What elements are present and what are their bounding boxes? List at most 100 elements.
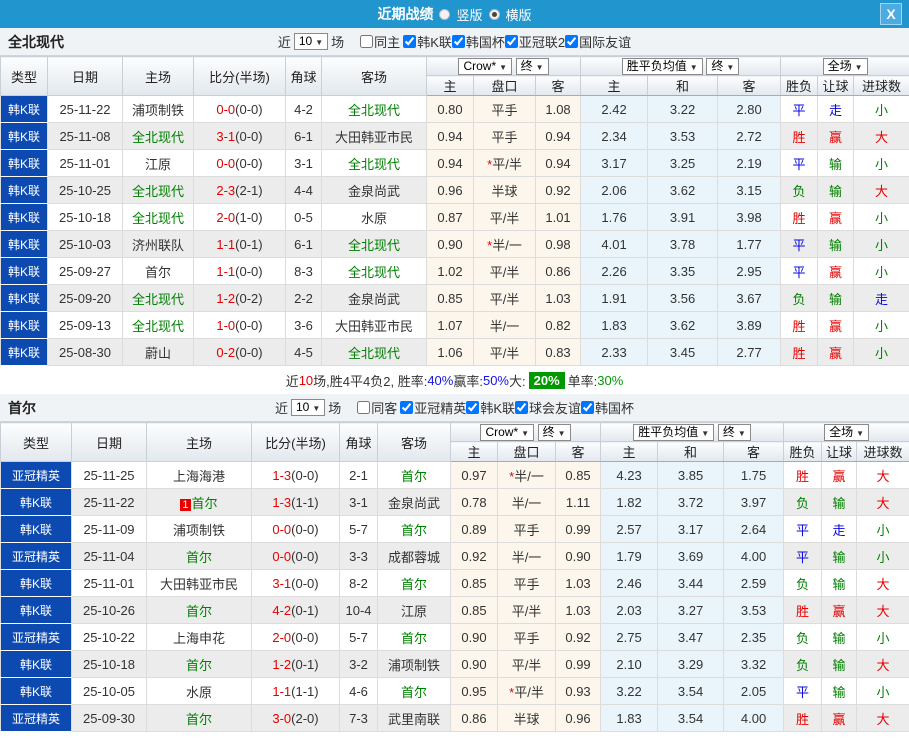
league-checkbox[interactable]	[514, 401, 528, 414]
date-cell: 25-10-05	[71, 677, 147, 705]
avg-draw-odds: 3.91	[647, 203, 719, 231]
score-cell: 0-0(0-0)	[251, 515, 340, 543]
avg-home-odds: 2.33	[580, 338, 649, 366]
halftime-score: (0-0)	[235, 128, 263, 144]
scope-select[interactable]: 全场 ▼	[824, 423, 869, 441]
league-checkbox[interactable]	[400, 401, 414, 414]
score-cell: 1-1(0-0)	[193, 257, 286, 285]
same-side-filter[interactable]: 同客	[357, 398, 397, 417]
crow-home-odds: 0.85	[450, 596, 498, 624]
league-filter[interactable]: 韩K联	[466, 398, 515, 417]
games-label: 场	[331, 35, 345, 50]
avg-home-odds: 4.23	[600, 461, 659, 489]
halftime-score: (0-0)	[235, 344, 263, 360]
corner-cell: 8-2	[339, 569, 378, 597]
col-home: 主场	[122, 56, 194, 96]
type-cell: 韩K联	[0, 569, 72, 597]
away-team-cell: 成都蓉城	[377, 542, 451, 570]
match-count-select[interactable]: 10 ▼	[290, 399, 326, 416]
team-name: 大田韩亚市民	[159, 576, 238, 592]
scope-select[interactable]: 全场 ▼	[822, 57, 868, 75]
league-filter[interactable]: 亚冠联2	[504, 32, 565, 51]
avg-stage-select[interactable]: 终 ▼	[706, 57, 740, 75]
avg-select[interactable]: 胜平负均值 ▼	[633, 423, 715, 441]
league-checkbox[interactable]	[403, 35, 417, 48]
score-cell: 4-2(0-1)	[251, 596, 340, 624]
league-checkbox[interactable]	[565, 35, 579, 48]
bookmaker-select[interactable]: Crow* ▼	[480, 423, 535, 441]
crow-home-odds: 0.94	[426, 149, 474, 177]
sub-col-wdl: 胜负	[780, 75, 819, 96]
table-row: 亚冠精英 25-10-22 上海申花 2-0(0-0) 5-7 首尔 0.90 平手 0.92 2…	[0, 623, 909, 651]
sub-col-crow-home: 主	[450, 441, 498, 462]
league-filter[interactable]: 球会友谊	[514, 398, 581, 417]
league-label: 国际友谊	[579, 35, 632, 50]
date-cell: 25-11-22	[71, 488, 147, 516]
handicap-cell: 半/一	[497, 488, 556, 516]
match-count-select[interactable]: 10 ▼	[293, 33, 329, 50]
league-filter[interactable]: 亚冠精英	[400, 398, 466, 417]
league-checkbox[interactable]	[504, 35, 518, 48]
close-button[interactable]: X	[880, 3, 902, 25]
corner-cell: 10-4	[339, 596, 378, 624]
team-name: 水原	[185, 684, 212, 700]
same-side-checkbox[interactable]	[357, 401, 371, 414]
league-checkbox[interactable]	[451, 35, 465, 48]
crow-away-odds: 0.93	[554, 677, 602, 705]
horizontal-radio[interactable]	[488, 8, 500, 20]
date-cell: 25-10-18	[47, 203, 123, 231]
sub-col-avg-draw: 和	[657, 441, 725, 462]
table-row: 韩K联 25-10-25 全北现代 2-3(2-1) 4-4 金泉尚武 0.96 半球 0.92…	[0, 176, 909, 204]
sub-col-handicap-result: 让球	[817, 75, 855, 96]
crow-home-odds: 0.87	[426, 203, 474, 231]
type-cell: 韩K联	[0, 122, 48, 150]
team-name: 浦项制铁	[387, 657, 440, 673]
col-type: 类型	[0, 56, 48, 96]
result-wdl-cell: 胜	[783, 596, 823, 624]
team-name: 江原	[400, 603, 427, 619]
avg-draw-odds: 3.69	[657, 542, 725, 570]
avg-select[interactable]: 胜平负均值 ▼	[621, 57, 703, 75]
avg-draw-odds: 3.85	[657, 461, 725, 489]
score-cell: 1-2(0-1)	[251, 650, 340, 678]
handicap-cell: 半/一	[473, 311, 536, 339]
league-filter[interactable]: 韩国杯	[581, 398, 634, 417]
avg-draw-odds: 3.62	[647, 176, 719, 204]
result-wdl-cell: 胜	[780, 338, 819, 366]
league-filter[interactable]: 国际友谊	[565, 32, 631, 51]
type-cell: 亚冠精英	[0, 542, 72, 570]
odds-stage-select[interactable]: 终 ▼	[515, 57, 549, 75]
home-team-cell: 蔚山	[122, 338, 194, 366]
avg-stage-select[interactable]: 终 ▼	[717, 423, 751, 441]
section-header: 首尔 近 10 ▼ 场 同客 亚冠精英 韩K联 球会友谊 韩国杯	[0, 394, 909, 422]
result-goals-cell: 小	[853, 149, 909, 177]
league-filter[interactable]: 韩K联	[403, 32, 452, 51]
corner-cell: 4-2	[285, 95, 322, 123]
chevron-down-icon: ▼	[854, 62, 863, 72]
corner-cell: 2-2	[285, 284, 322, 312]
table-row: 亚冠精英 25-11-04 首尔 0-0(0-0) 3-3 成都蓉城 0.92 半/一 0.90…	[0, 542, 909, 570]
fulltime-score: 1-2	[216, 290, 236, 306]
same-side-checkbox[interactable]	[360, 35, 374, 48]
team-name: 首尔	[185, 549, 212, 565]
league-checkbox[interactable]	[466, 401, 480, 414]
team-name: 浦项制铁	[131, 102, 184, 118]
same-side-filter[interactable]: 同主	[360, 32, 400, 51]
halftime-score: (0-0)	[291, 467, 319, 483]
result-handicap-cell: 输	[821, 542, 858, 570]
team-name-title: 首尔	[8, 399, 36, 416]
bookmaker-select[interactable]: Crow* ▼	[458, 57, 513, 75]
league-filter[interactable]: 韩国杯	[451, 32, 505, 51]
corner-cell: 3-1	[339, 488, 378, 516]
handicap-cell: 半/一	[497, 542, 556, 570]
horizontal-radio-label[interactable]: 横版	[506, 5, 532, 24]
odds-stage-select[interactable]: 终 ▼	[537, 423, 571, 441]
avg-draw-odds: 3.44	[657, 569, 725, 597]
vertical-radio[interactable]	[439, 8, 451, 20]
vertical-radio-label[interactable]: 竖版	[456, 5, 482, 24]
league-checkbox[interactable]	[581, 401, 594, 414]
crow-away-odds: 1.11	[554, 488, 602, 516]
result-goals-cell: 大	[856, 596, 909, 624]
avg-home-odds: 2.03	[600, 596, 659, 624]
result-goals-cell: 大	[856, 650, 909, 678]
